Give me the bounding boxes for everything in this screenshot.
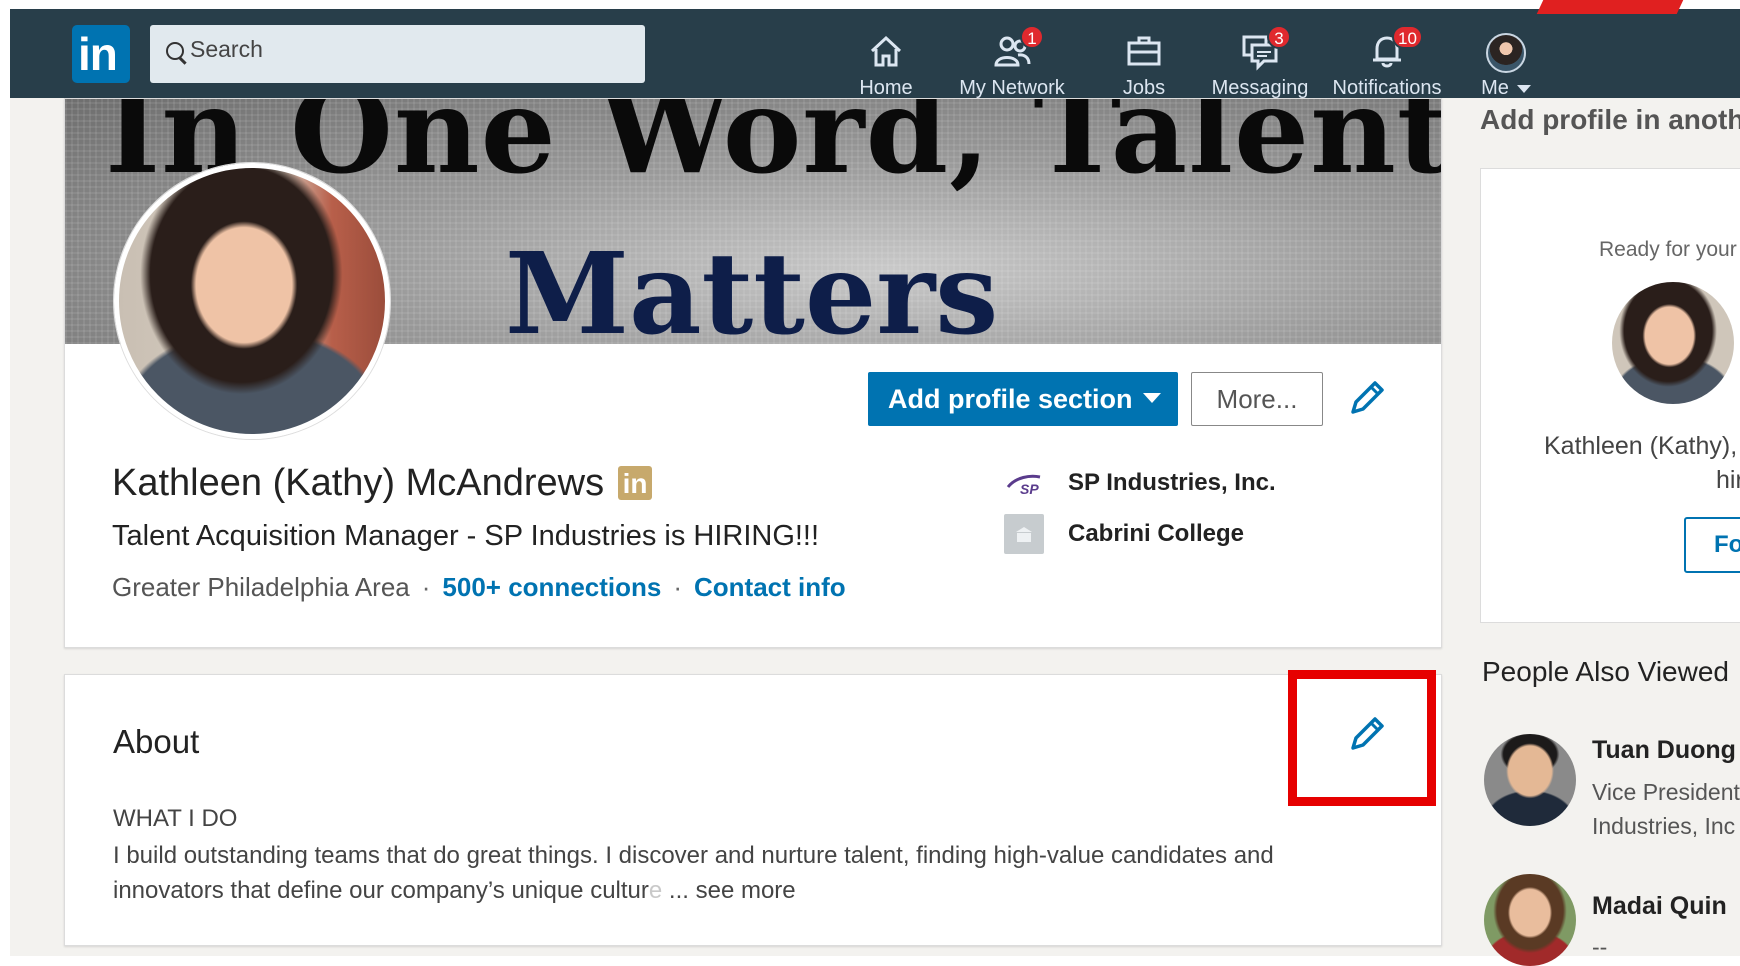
nav-notifications-label: Notifications <box>1332 77 1442 99</box>
about-line2-fade: e <box>648 877 663 904</box>
nav-my-network-label: My Network <box>959 77 1065 99</box>
network-badge: 1 <box>1020 25 1044 49</box>
global-nav: in Home 1 My Network Jobs <box>10 9 1740 99</box>
experience-company-name: SP Industries, Inc. <box>1068 469 1276 496</box>
messaging-badge: 3 <box>1267 25 1291 49</box>
me-avatar <box>1486 33 1526 73</box>
connections-link[interactable]: 500+ connections <box>442 572 661 602</box>
about-summary: I build outstanding teams that do great … <box>113 838 1313 908</box>
about-line2-text: innovators that define our company’s uni… <box>113 877 649 904</box>
search-input[interactable] <box>190 34 610 64</box>
nav-home-label: Home <box>859 77 913 99</box>
about-line2: innovators that define our company’s uni… <box>113 873 1313 908</box>
sp-industries-logo-icon: SP <box>1006 474 1041 497</box>
person-headline-line2: Industries, Inc <box>1592 813 1736 839</box>
separator-dot: · <box>673 572 683 602</box>
nav-me-label-wrap: Me <box>1462 77 1550 100</box>
nav-home[interactable]: Home <box>850 27 922 103</box>
nav-messaging-label: Messaging <box>1211 77 1309 99</box>
add-profile-language-link[interactable]: Add profile in anothe <box>1480 104 1740 136</box>
nav-me[interactable]: Me <box>1462 27 1550 103</box>
profile-name: Kathleen (Kathy) McAndrews <box>112 462 605 504</box>
see-more-link[interactable]: ... see more <box>662 877 796 904</box>
follow-button[interactable]: Fo <box>1684 517 1740 573</box>
nav-jobs-label: Jobs <box>1122 77 1166 99</box>
about-heading: WHAT I DO <box>113 805 238 832</box>
people-also-viewed-title: People Also Viewed <box>1482 656 1729 687</box>
profile-headline: Talent Acquisition Manager - SP Industri… <box>112 520 820 552</box>
school-building-icon <box>1004 514 1044 554</box>
chevron-down-icon <box>1142 393 1161 404</box>
profile-photo[interactable] <box>114 163 390 439</box>
more-button[interactable]: More... <box>1191 372 1323 426</box>
follow-card-avatar <box>1612 282 1734 404</box>
education-school-name: Cabrini College <box>1068 520 1245 547</box>
person-headline: Vice President <box>1592 779 1740 805</box>
add-profile-section-label: Add profile section <box>888 383 1133 414</box>
profile-name-row: Kathleen (Kathy) McAndrews in <box>112 462 653 505</box>
person-name[interactable]: Tuan Duong <box>1592 736 1736 765</box>
follow-card-name-line2: hir <box>1716 466 1740 494</box>
nav-me-label: Me <box>1481 77 1509 99</box>
nav-jobs[interactable]: Jobs <box>1108 27 1180 103</box>
about-title: About <box>113 723 200 760</box>
profile-location: Greater Philadelphia Area <box>112 572 410 602</box>
nav-my-network[interactable]: 1 My Network <box>956 25 1068 103</box>
annotation-arrow <box>1536 0 1684 14</box>
add-profile-section-button[interactable]: Add profile section <box>868 372 1178 426</box>
search-icon <box>166 42 184 60</box>
top-strip <box>10 0 1740 9</box>
nav-notifications[interactable]: 10 Notifications <box>1330 25 1444 103</box>
contact-info-link[interactable]: Contact info <box>694 572 846 602</box>
profile-meta-row: Greater Philadelphia Area · 500+ connectio… <box>112 572 846 603</box>
person-headline: -- <box>1592 934 1608 960</box>
person-avatar[interactable] <box>1484 874 1576 966</box>
chevron-down-icon <box>1516 84 1531 93</box>
separator-dot: · <box>421 572 431 602</box>
person-avatar[interactable] <box>1484 734 1576 826</box>
notifications-badge: 10 <box>1392 25 1423 49</box>
annotation-highlight-box <box>1288 670 1436 806</box>
jobs-icon <box>1127 36 1161 66</box>
about-section: About WHAT I DO I build outstanding team… <box>64 674 1442 946</box>
linkedin-logo[interactable]: in <box>72 25 130 83</box>
follow-card-prompt: Ready for your <box>1599 238 1737 261</box>
follow-card-name: Kathleen (Kathy), <box>1544 432 1738 460</box>
banner-text-line2: Matters <box>505 229 999 344</box>
home-icon <box>870 35 902 67</box>
person-name[interactable]: Madai Quin <box>1592 892 1727 921</box>
premium-in-icon: in <box>618 466 653 500</box>
about-line1: I build outstanding teams that do great … <box>113 842 1274 869</box>
svg-text:SP: SP <box>1020 481 1039 497</box>
edit-intro-pencil-icon[interactable] <box>1345 376 1389 420</box>
nav-messaging[interactable]: 3 Messaging <box>1211 25 1309 103</box>
